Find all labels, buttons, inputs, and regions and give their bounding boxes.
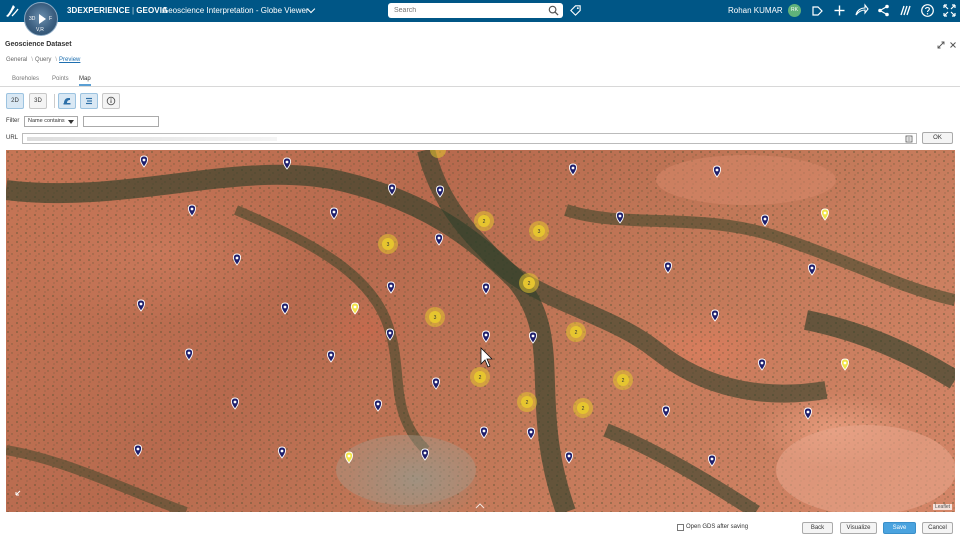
info-icon — [106, 96, 116, 106]
search-input[interactable] — [394, 3, 544, 18]
search-box — [388, 3, 563, 18]
url-label: URL — [6, 135, 19, 141]
user-name[interactable]: Rohan KUMAR — [728, 6, 783, 15]
back-button[interactable]: Back — [802, 522, 833, 534]
expand-icon[interactable] — [942, 3, 957, 18]
breadcrumb-separator: \ — [55, 57, 58, 63]
plus-icon[interactable] — [832, 3, 847, 18]
filter-input[interactable] — [83, 116, 159, 127]
save-button[interactable]: Save — [883, 522, 916, 534]
breadcrumb-separator: \ — [31, 57, 34, 63]
cluster-marker[interactable]: 3 — [425, 307, 445, 327]
dune-area — [656, 155, 836, 205]
top-bar: 3DEXPERIENCE | GEOVIA Geoscience Interpret… — [0, 0, 960, 22]
cluster-count: 3 — [538, 229, 541, 235]
breadcrumb-preview[interactable]: Preview — [59, 57, 80, 63]
avatar[interactable]: RK — [788, 4, 801, 17]
visualize-button[interactable]: Visualize — [840, 522, 877, 534]
url-field[interactable] — [22, 133, 917, 144]
layers-button[interactable] — [58, 93, 76, 109]
share-icon[interactable] — [876, 3, 891, 18]
app-title[interactable]: Geoscience Interpretation - Globe Viewer — [162, 6, 309, 15]
cluster-count: 3 — [387, 242, 390, 248]
tab-points[interactable]: Points — [52, 76, 69, 82]
dune-area — [776, 425, 955, 512]
breadcrumb: General \ Query \ Preview — [6, 57, 82, 63]
cluster-marker[interactable]: 2 — [517, 392, 537, 412]
filter-select-value: Name contains — [28, 118, 65, 124]
cluster-count: 2 — [575, 330, 578, 336]
tab-bar: Boreholes Points Map — [0, 73, 960, 87]
compass-f-label: F — [48, 16, 52, 22]
cluster-marker[interactable]: 2 — [470, 367, 490, 387]
search-icon[interactable] — [548, 5, 559, 16]
copy-icon[interactable] — [905, 135, 913, 143]
close-icon[interactable] — [949, 41, 957, 49]
panel-title: Geoscience Dataset — [5, 41, 72, 48]
open-gds-label: Open GDS after saving — [686, 524, 749, 530]
3ds-logo-icon[interactable] — [4, 3, 20, 19]
view-2d-button[interactable]: 2D — [6, 93, 24, 109]
cluster-marker[interactable]: 2 — [474, 211, 494, 231]
cluster-count: 2 — [483, 219, 486, 225]
list-icon — [86, 97, 92, 105]
cluster-count: 2 — [526, 400, 529, 406]
tag-icon[interactable] — [569, 4, 582, 17]
legend-button[interactable] — [80, 93, 98, 109]
compass-v-label: V,R — [36, 27, 44, 33]
filter-label: Filter — [6, 118, 20, 124]
compass-widget[interactable]: 3D F V,R — [24, 2, 58, 36]
cluster-count: 2 — [528, 281, 531, 287]
brand-prefix: 3DEXPERIENCE — [67, 6, 130, 15]
ok-button[interactable]: OK — [922, 132, 953, 144]
layers-icon — [63, 98, 71, 105]
map-canvas[interactable]: 2 3 3 2 3 2 2 2 2 2 — [6, 150, 955, 512]
satellite-map[interactable]: 2 3 3 2 3 2 2 2 2 2 Leaflet — [6, 150, 955, 512]
cluster-marker[interactable]: 2 — [573, 398, 593, 418]
maximize-icon[interactable] — [937, 41, 945, 49]
cluster-count: 2 — [582, 406, 585, 412]
apps-icon[interactable] — [898, 3, 913, 18]
url-blurred-value — [27, 137, 277, 141]
rock-area — [336, 435, 476, 505]
cluster-count: 3 — [434, 315, 437, 321]
cluster-marker[interactable]: 2 — [519, 273, 539, 293]
toolbar-separator — [54, 94, 55, 108]
forward-icon[interactable] — [854, 3, 869, 18]
breadcrumb-general[interactable]: General — [6, 57, 27, 63]
play-icon[interactable] — [39, 14, 46, 24]
breadcrumb-query[interactable]: Query — [35, 57, 51, 63]
caret-down-icon — [68, 120, 74, 124]
cluster-marker[interactable]: 2 — [566, 322, 586, 342]
cluster-marker[interactable]: 2 — [613, 370, 633, 390]
open-gds-checkbox[interactable] — [677, 524, 684, 531]
tab-map[interactable]: Map — [79, 76, 91, 86]
compass-3d-label: 3D — [29, 16, 36, 22]
share-tag-icon[interactable] — [810, 3, 825, 18]
map-attribution[interactable]: Leaflet — [932, 504, 952, 510]
brand-separator: | — [132, 6, 135, 15]
help-icon[interactable] — [920, 3, 935, 18]
filter-select[interactable]: Name contains — [24, 116, 78, 127]
view-3d-button[interactable]: 3D — [29, 93, 47, 109]
cluster-count: 2 — [622, 378, 625, 384]
cluster-marker[interactable]: 3 — [378, 234, 398, 254]
info-button[interactable] — [102, 93, 120, 109]
cluster-count: 2 — [479, 375, 482, 381]
cancel-button[interactable]: Cancel — [922, 522, 953, 534]
tab-boreholes[interactable]: Boreholes — [12, 76, 39, 82]
brand-label: 3DEXPERIENCE | GEOVIA — [67, 6, 168, 15]
cluster-marker[interactable]: 3 — [529, 221, 549, 241]
